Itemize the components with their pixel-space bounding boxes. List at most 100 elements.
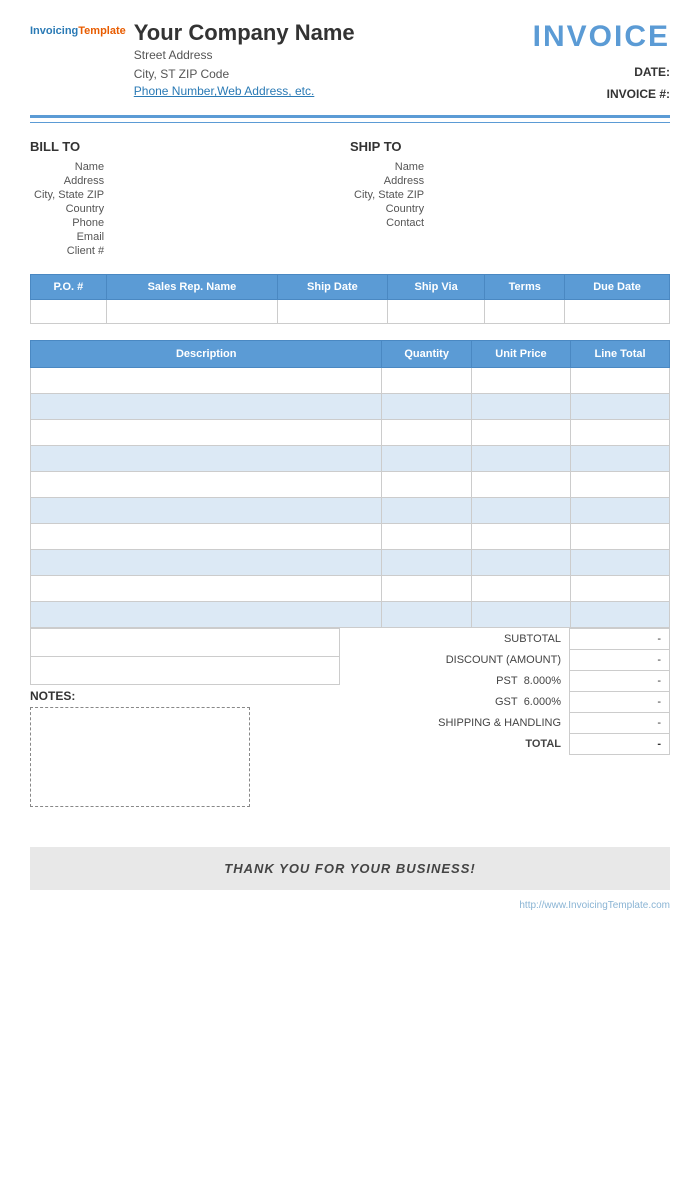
item-unit-price[interactable] — [471, 602, 570, 628]
notes-label: NOTES: — [30, 689, 340, 703]
bill-name-label: Name — [30, 160, 110, 174]
ship-contact-row: Contact — [350, 216, 430, 230]
total-label: TOTAL — [350, 734, 570, 755]
po-table-body — [31, 300, 670, 324]
item-row[interactable] — [31, 368, 670, 394]
pst-row: PST 8.000% - — [350, 671, 670, 692]
ship-country-label: Country — [350, 202, 430, 216]
item-line-total[interactable] — [571, 472, 670, 498]
bill-country-label: Country — [30, 202, 110, 216]
notes-section: NOTES: — [30, 628, 350, 807]
item-unit-price[interactable] — [471, 472, 570, 498]
item-row[interactable] — [31, 420, 670, 446]
subtotal-pre-table — [30, 628, 340, 685]
item-description[interactable] — [31, 498, 382, 524]
bill-client-label: Client # — [30, 244, 110, 258]
item-unit-price[interactable] — [471, 394, 570, 420]
item-description[interactable] — [31, 550, 382, 576]
terms-cell[interactable] — [485, 300, 565, 324]
ship-country-row: Country — [350, 202, 430, 216]
item-quantity[interactable] — [382, 368, 471, 394]
subtotal-row: SUBTOTAL - — [350, 629, 670, 650]
item-row[interactable] — [31, 576, 670, 602]
divider-top — [30, 115, 670, 118]
po-data-row — [31, 300, 670, 324]
item-unit-price[interactable] — [471, 576, 570, 602]
item-row[interactable] — [31, 472, 670, 498]
item-description[interactable] — [31, 420, 382, 446]
item-description[interactable] — [31, 576, 382, 602]
item-row[interactable] — [31, 524, 670, 550]
notes-totals-section: NOTES: SUBTOTAL - DISCOUNT (AMOUNT) - PS… — [30, 628, 670, 807]
item-quantity[interactable] — [382, 550, 471, 576]
unit-price-header: Unit Price — [471, 341, 570, 368]
item-quantity[interactable] — [382, 446, 471, 472]
bill-to-heading: BILL TO — [30, 139, 350, 154]
invoice-num-label: INVOICE #: — [607, 87, 670, 101]
item-line-total[interactable] — [571, 394, 670, 420]
address-section: BILL TO Name Address City, State ZIP Cou… — [30, 139, 670, 258]
items-table-body — [31, 368, 670, 628]
po-table-header: P.O. # Sales Rep. Name Ship Date Ship Vi… — [31, 275, 670, 300]
discount-label: DISCOUNT (AMOUNT) — [350, 650, 570, 671]
po-num-cell[interactable] — [31, 300, 107, 324]
shipping-row: SHIPPING & HANDLING - — [350, 713, 670, 734]
company-name: Your Company Name — [134, 20, 355, 46]
bill-city-row: City, State ZIP — [30, 188, 110, 202]
items-header-row: Description Quantity Unit Price Line Tot… — [31, 341, 670, 368]
bill-email-label: Email — [30, 230, 110, 244]
item-line-total[interactable] — [571, 550, 670, 576]
notes-input-box[interactable] — [30, 707, 250, 807]
pst-label: PST — [496, 675, 517, 687]
item-description[interactable] — [31, 524, 382, 550]
item-line-total[interactable] — [571, 368, 670, 394]
item-unit-price[interactable] — [471, 368, 570, 394]
ship-city-label: City, State ZIP — [350, 188, 430, 202]
sales-rep-cell[interactable] — [106, 300, 277, 324]
item-unit-price[interactable] — [471, 446, 570, 472]
watermark-text: http://www.InvoicingTemplate.com — [519, 900, 670, 911]
item-description[interactable] — [31, 602, 382, 628]
item-description[interactable] — [31, 394, 382, 420]
bill-to-block: BILL TO Name Address City, State ZIP Cou… — [30, 139, 350, 258]
ship-address-label: Address — [350, 174, 430, 188]
items-table: Description Quantity Unit Price Line Tot… — [30, 340, 670, 628]
city-state-zip: City, ST ZIP Code — [134, 65, 355, 84]
street-address: Street Address — [134, 46, 355, 65]
item-row[interactable] — [31, 446, 670, 472]
ship-date-cell[interactable] — [278, 300, 388, 324]
item-quantity[interactable] — [382, 498, 471, 524]
item-quantity[interactable] — [382, 576, 471, 602]
item-quantity[interactable] — [382, 472, 471, 498]
ship-city-row: City, State ZIP — [350, 188, 430, 202]
item-row[interactable] — [31, 498, 670, 524]
item-line-total[interactable] — [571, 602, 670, 628]
item-description[interactable] — [31, 472, 382, 498]
item-unit-price[interactable] — [471, 524, 570, 550]
due-date-cell[interactable] — [565, 300, 670, 324]
item-line-total[interactable] — [571, 524, 670, 550]
invoice-title-block: INVOICE DATE: INVOICE #: — [533, 20, 670, 105]
item-description[interactable] — [31, 446, 382, 472]
item-quantity[interactable] — [382, 524, 471, 550]
phone-web[interactable]: Phone Number,Web Address, etc. — [134, 84, 315, 98]
item-row[interactable] — [31, 550, 670, 576]
thank-you-section: THANK YOU FOR YOUR BUSINESS! — [30, 847, 670, 890]
item-quantity[interactable] — [382, 394, 471, 420]
item-line-total[interactable] — [571, 420, 670, 446]
item-description[interactable] — [31, 368, 382, 394]
thank-you-message: THANK YOU FOR YOUR BUSINESS! — [44, 861, 656, 876]
item-row[interactable] — [31, 394, 670, 420]
item-unit-price[interactable] — [471, 498, 570, 524]
item-quantity[interactable] — [382, 602, 471, 628]
item-row[interactable] — [31, 602, 670, 628]
item-unit-price[interactable] — [471, 550, 570, 576]
bill-client-row: Client # — [30, 244, 110, 258]
item-unit-price[interactable] — [471, 420, 570, 446]
item-quantity[interactable] — [382, 420, 471, 446]
ship-via-cell[interactable] — [387, 300, 485, 324]
item-line-total[interactable] — [571, 446, 670, 472]
item-line-total[interactable] — [571, 498, 670, 524]
item-line-total[interactable] — [571, 576, 670, 602]
bill-to-table: Name Address City, State ZIP Country Pho… — [30, 160, 110, 258]
